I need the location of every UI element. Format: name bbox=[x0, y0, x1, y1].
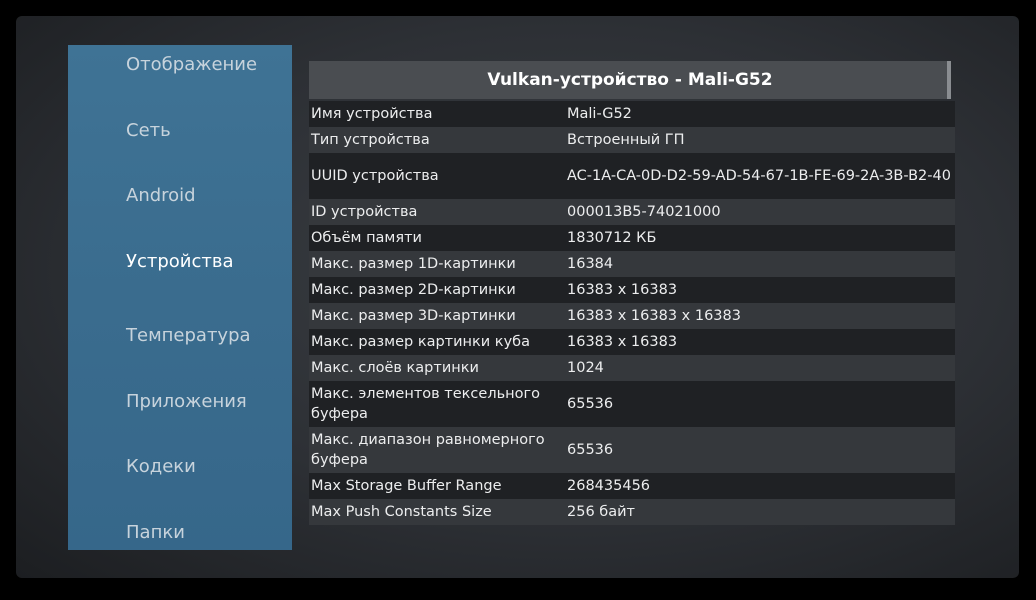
table-row: Макс. размер 2D-картинки 16383 x 16383 bbox=[309, 277, 955, 303]
row-key: Max Push Constants Size bbox=[311, 504, 492, 520]
row-value: Встроенный ГП bbox=[567, 132, 685, 148]
row-key: Max Storage Buffer Range bbox=[311, 478, 502, 494]
table-row: Объём памяти 1830712 КБ bbox=[309, 225, 955, 251]
table-row: Макс. размер 3D-картинки 16383 x 16383 x… bbox=[309, 303, 955, 329]
row-key: Макс. элементов тексельного буфера bbox=[311, 386, 540, 422]
sidebar-item-temperature[interactable]: Температура bbox=[126, 325, 251, 346]
sidebar-item-folders[interactable]: Папки bbox=[126, 522, 185, 543]
device-info-table: Имя устройства Mali-G52 Тип устройства В… bbox=[309, 101, 955, 525]
table-row: Макс. элементов тексельного буфера 65536 bbox=[309, 381, 955, 427]
row-key: Макс. размер 2D-картинки bbox=[311, 282, 516, 298]
row-value: 65536 bbox=[567, 396, 614, 412]
row-key: Макс. размер 1D-картинки bbox=[311, 256, 516, 272]
table-row: Max Storage Buffer Range 268435456 bbox=[309, 473, 955, 499]
sidebar-item-display[interactable]: Отображение bbox=[126, 54, 257, 75]
sidebar-item-codecs[interactable]: Кодеки bbox=[126, 456, 196, 477]
row-value: 16383 x 16383 x 16383 bbox=[567, 308, 741, 324]
sidebar-item-android[interactable]: Android bbox=[126, 185, 196, 206]
panel-title: Vulkan-устройство - Mali-G52 bbox=[309, 61, 951, 99]
table-row: Макс. размер картинки куба 16383 x 16383 bbox=[309, 329, 955, 355]
row-key: Имя устройства bbox=[311, 106, 433, 122]
tv-screen: Отображение Сеть Android Устройства Темп… bbox=[16, 16, 1019, 578]
table-row: ID устройства 000013B5-74021000 bbox=[309, 199, 955, 225]
sidebar-item-apps[interactable]: Приложения bbox=[126, 391, 247, 412]
table-row: Тип устройства Встроенный ГП bbox=[309, 127, 955, 153]
row-value: 65536 bbox=[567, 442, 614, 458]
row-key: Объём памяти bbox=[311, 230, 422, 246]
row-value: 1830712 КБ bbox=[567, 230, 657, 246]
row-key: Тип устройства bbox=[311, 132, 430, 148]
row-key: UUID устройства bbox=[311, 168, 439, 184]
table-row: Макс. слоёв картинки 1024 bbox=[309, 355, 955, 381]
row-key: Макс. слоёв картинки bbox=[311, 360, 479, 376]
table-row: Max Push Constants Size 256 байт bbox=[309, 499, 955, 525]
scrollbar[interactable] bbox=[947, 61, 951, 99]
row-value: 16384 bbox=[567, 256, 614, 272]
row-value: 268435456 bbox=[567, 478, 651, 494]
row-key: Макс. размер картинки куба bbox=[311, 334, 530, 350]
row-value: 000013B5-74021000 bbox=[567, 204, 721, 220]
row-key: ID устройства bbox=[311, 204, 418, 220]
row-key: Макс. диапазон равномерного буфера bbox=[311, 432, 545, 468]
row-value: Mali-G52 bbox=[567, 106, 632, 122]
row-key: Макс. размер 3D-картинки bbox=[311, 308, 516, 324]
table-row: Макс. диапазон равномерного буфера 65536 bbox=[309, 427, 955, 473]
row-value: 16383 x 16383 bbox=[567, 282, 678, 298]
sidebar-item-devices[interactable]: Устройства bbox=[126, 251, 234, 272]
row-value: 256 байт bbox=[567, 504, 635, 520]
row-value: 1024 bbox=[567, 360, 604, 376]
row-value: 16383 x 16383 bbox=[567, 334, 678, 350]
table-row: Макс. размер 1D-картинки 16384 bbox=[309, 251, 955, 277]
sidebar: Отображение Сеть Android Устройства Темп… bbox=[68, 45, 292, 550]
sidebar-item-network[interactable]: Сеть bbox=[126, 120, 171, 141]
table-row: Имя устройства Mali-G52 bbox=[309, 101, 955, 127]
row-value: AC-1A-CA-0D-D2-59-AD-54-67-1B-FE-69-2A-3… bbox=[567, 168, 951, 184]
device-info-panel: Vulkan-устройство - Mali-G52 Имя устройс… bbox=[309, 61, 955, 536]
table-row: UUID устройства AC-1A-CA-0D-D2-59-AD-54-… bbox=[309, 153, 955, 199]
